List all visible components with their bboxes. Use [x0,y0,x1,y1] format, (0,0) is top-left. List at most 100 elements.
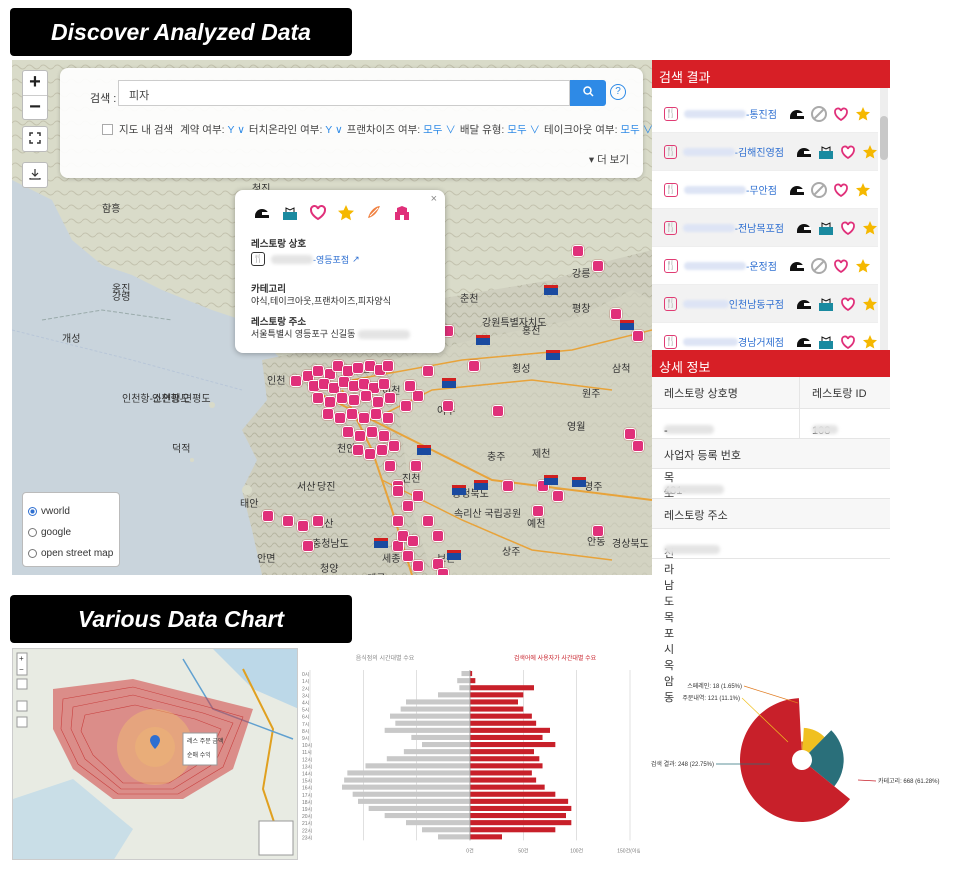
restaurant-marker-icon[interactable] [297,520,309,532]
help-icon[interactable]: ? [610,84,626,100]
restaurant-marker-icon[interactable] [592,260,604,272]
restaurant-marker-icon[interactable] [312,392,324,404]
radio-selected-icon[interactable] [28,507,37,516]
restaurant-marker-icon[interactable] [468,360,480,372]
restaurant-marker-icon[interactable] [312,365,324,377]
restaurant-marker-icon[interactable] [432,530,444,542]
zoom-out-button[interactable]: − [23,95,47,119]
results-scrollbar[interactable] [880,88,888,350]
restaurant-marker-icon[interactable] [354,430,366,442]
restaurant-marker-icon[interactable] [388,440,400,452]
restaurant-marker-icon[interactable] [592,525,604,537]
restaurant-marker-icon[interactable] [624,428,636,440]
restaurant-marker-icon[interactable] [290,375,302,387]
restaurant-marker-icon[interactable] [392,515,404,527]
radio-icon[interactable] [28,549,37,558]
search-button[interactable] [570,80,606,106]
restaurant-marker-icon[interactable] [346,408,358,420]
restaurant-marker-icon[interactable] [364,448,376,460]
popup-name-link[interactable]: -영등포점 [313,253,349,266]
restaurant-marker-icon[interactable] [352,444,364,456]
map-search-checkbox[interactable] [102,124,113,135]
restaurant-marker-icon[interactable] [404,380,416,392]
restaurant-marker-icon[interactable] [352,362,364,374]
result-name: -통진점 [746,110,777,121]
restaurant-marker-icon[interactable] [632,440,644,452]
restaurant-marker-icon[interactable] [492,405,504,417]
restaurant-marker-icon[interactable] [384,392,396,404]
restaurant-marker-icon[interactable] [342,426,354,438]
restaurant-marker-icon[interactable] [392,485,404,497]
restaurant-marker-icon[interactable] [382,412,394,424]
restaurant-marker-icon[interactable] [552,490,564,502]
result-item[interactable]: 🍴 -전남목포점 [652,209,878,247]
filter-0[interactable]: 계약 여부: Y ∨ [180,124,245,136]
restaurant-marker-icon[interactable] [324,396,336,408]
restaurant-marker-icon[interactable] [366,426,378,438]
result-item[interactable]: 🍴 -무안점 [652,171,878,209]
filter-3[interactable]: 배달 유형: 모두 ∨ [460,124,540,136]
restaurant-marker-icon[interactable] [572,245,584,257]
fullscreen-button[interactable] [22,126,48,152]
restaurant-marker-icon[interactable] [282,515,294,527]
right-bar [470,763,543,769]
radio-icon[interactable] [28,528,37,537]
restaurant-marker-icon[interactable] [384,460,396,472]
restaurant-marker-icon[interactable] [402,500,414,512]
restaurant-marker-icon[interactable] [336,392,348,404]
search-input[interactable]: 피자 [118,80,570,106]
restaurant-marker-icon[interactable] [348,394,360,406]
restaurant-marker-icon[interactable] [372,396,384,408]
filter-4[interactable]: 테이크아웃 여부: 모두 ∨ [544,124,652,136]
more-button[interactable]: ▾ 더 보기 [589,152,629,167]
heart-icon [309,204,327,222]
layer-vworld[interactable]: vworld [28,501,114,522]
filter-2[interactable]: 프랜차이즈 여부: 모두 ∨ [347,124,456,136]
result-item[interactable]: 🍴 인천남동구점 [652,285,878,323]
result-item[interactable]: 🍴 -운정점 [652,247,878,285]
restaurant-marker-icon[interactable] [262,510,274,522]
restaurant-marker-icon[interactable] [312,515,324,527]
restaurant-marker-icon[interactable] [632,330,644,342]
layer-osm[interactable]: open street map [28,543,114,564]
restaurant-marker-icon[interactable] [610,308,622,320]
restaurant-marker-icon[interactable] [376,444,388,456]
restaurant-marker-icon[interactable] [334,412,346,424]
restaurant-marker-icon[interactable] [378,378,390,390]
restaurant-marker-icon[interactable] [322,408,334,420]
zoom-in-button[interactable]: + [23,71,47,95]
result-item[interactable]: 🍴 -통진점 [652,95,878,133]
map-place-label: 진천 [402,474,421,485]
restaurant-marker-icon[interactable] [532,505,544,517]
external-link-icon[interactable]: ↗ [352,254,360,265]
restaurant-marker-icon[interactable] [302,540,314,552]
layer-google[interactable]: google [28,522,114,543]
restaurant-marker-icon[interactable] [422,515,434,527]
restaurant-marker-icon[interactable] [502,480,514,492]
layer-label: google [41,527,72,538]
restaurant-marker-icon[interactable] [358,412,370,424]
filter-label: 배달 유형: [459,124,505,136]
restaurant-marker-icon[interactable] [382,360,394,372]
restaurant-marker-icon[interactable] [437,568,449,575]
close-icon[interactable]: × [431,193,437,205]
restaurant-marker-icon[interactable] [410,460,422,472]
delivery-helmet-icon [789,182,805,198]
restaurant-marker-icon[interactable] [442,400,454,412]
restaurant-marker-icon[interactable] [407,535,419,547]
scrollbar-thumb[interactable] [880,116,888,160]
right-bar [470,820,572,826]
map-view[interactable]: 춘천강원특별자치도홍천횡성원주여주충주제천영월영주서산당진진천충청북도속리산 국… [12,60,652,575]
result-item[interactable]: 🍴 -김해진영점 [652,133,878,171]
restaurant-marker-icon[interactable] [400,400,412,412]
popup-category-title: 카테고리 [251,284,286,295]
restaurant-marker-icon[interactable] [370,408,382,420]
radius-map[interactable]: 레스 주문 금액 순매 수익 + − [12,648,298,860]
restaurant-marker-icon[interactable] [412,560,424,572]
result-item[interactable]: 🍴 경남거제점 [652,323,878,350]
download-button[interactable] [22,162,48,188]
restaurant-marker-icon[interactable] [422,365,434,377]
filter-1[interactable]: 터치온라인 여부: Y ∨ [249,124,343,136]
restaurant-marker-icon[interactable] [360,390,372,402]
restaurant-marker-icon[interactable] [412,490,424,502]
